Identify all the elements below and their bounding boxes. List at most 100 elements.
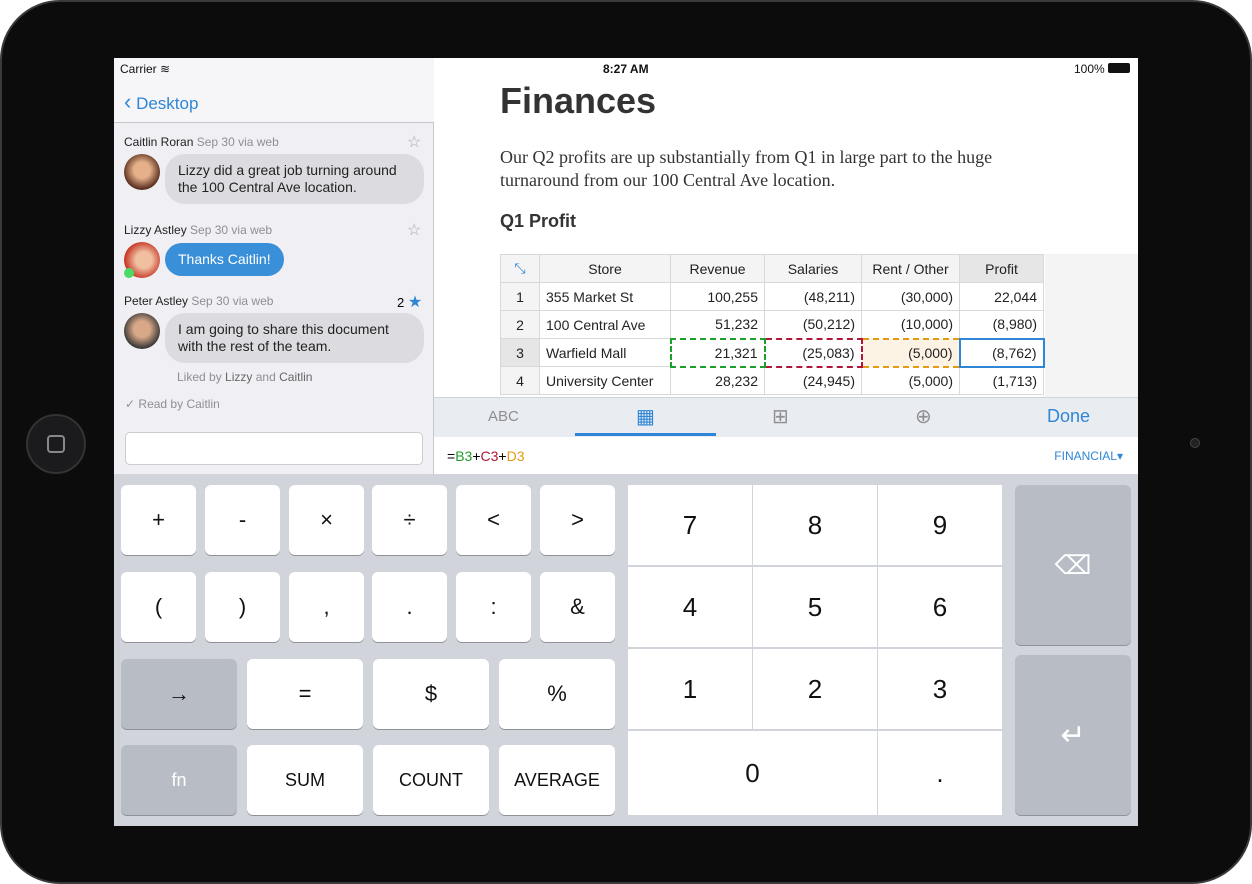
- row-header[interactable]: 1: [500, 282, 540, 311]
- column-header[interactable]: Rent / Other: [861, 254, 960, 283]
- cell[interactable]: University Center: [539, 366, 671, 395]
- key[interactable]: =: [247, 659, 363, 729]
- key[interactable]: %: [499, 659, 615, 729]
- digit-key[interactable]: 3: [878, 649, 1002, 729]
- cell[interactable]: (50,212): [764, 310, 862, 339]
- operator-key[interactable]: (: [121, 572, 196, 642]
- liked-name: Caitlin: [279, 370, 313, 384]
- digit-key[interactable]: 2: [753, 649, 877, 729]
- cell[interactable]: 100,255: [670, 282, 765, 311]
- backspace-key[interactable]: ⌫: [1015, 485, 1131, 645]
- resize-icon[interactable]: ⤡: [500, 254, 540, 283]
- cell-format-icon[interactable]: ⊞: [772, 404, 789, 429]
- function-category-dropdown[interactable]: FINANCIAL▾: [1054, 449, 1123, 463]
- decimal-key[interactable]: .: [878, 731, 1002, 815]
- digit-key[interactable]: 7: [628, 485, 752, 565]
- cell[interactable]: (5,000): [861, 366, 960, 395]
- cell[interactable]: 100 Central Ave: [539, 310, 671, 339]
- operator-key[interactable]: :: [456, 572, 531, 642]
- cell[interactable]: (8,980): [959, 310, 1044, 339]
- tab-arrow-key[interactable]: →: [121, 659, 237, 729]
- operator-key[interactable]: >: [540, 485, 615, 555]
- camera: [1190, 438, 1200, 448]
- add-comment-icon[interactable]: ⊕: [915, 404, 932, 429]
- timestamp: Sep 30 via web: [196, 135, 279, 149]
- operator-key[interactable]: &: [540, 572, 615, 642]
- key[interactable]: $: [373, 659, 489, 729]
- cell[interactable]: 355 Market St: [539, 282, 671, 311]
- battery-percent: 100%: [1074, 62, 1105, 76]
- status-bar: Carrier ≋ 8:27 AM 100%: [114, 58, 1138, 78]
- operator-key[interactable]: -: [205, 485, 280, 555]
- cell[interactable]: (1,713): [959, 366, 1044, 395]
- digit-key-0[interactable]: 0: [628, 731, 877, 815]
- message-meta: Peter Astley Sep 30 via web: [124, 294, 273, 308]
- cell[interactable]: Warfield Mall: [539, 338, 671, 367]
- digit-key[interactable]: 5: [753, 567, 877, 647]
- function-key[interactable]: SUM: [247, 745, 363, 815]
- carrier-label: Carrier: [120, 62, 157, 76]
- back-button[interactable]: ‹ Desktop: [124, 89, 198, 115]
- star-filled-icon[interactable]: ★: [408, 294, 422, 311]
- cell-ref-d3[interactable]: (5,000): [860, 337, 961, 368]
- backspace-icon: ⌫: [1054, 549, 1092, 580]
- function-key[interactable]: AVERAGE: [499, 745, 615, 815]
- star-count-value: 2: [397, 295, 405, 310]
- formula-bar[interactable]: =B3+C3+D3 FINANCIAL▾: [438, 440, 1133, 470]
- operator-key[interactable]: ×: [289, 485, 364, 555]
- ref-d3: D3: [506, 448, 525, 464]
- digit-key[interactable]: 1: [628, 649, 752, 729]
- column-header[interactable]: Revenue: [670, 254, 765, 283]
- numeric-keyboard: +(-) ×, ÷. <: > & → fn = SUM $ COUNT% AVERAGE 7 8 9 4 5 6 1…: [114, 474, 1138, 826]
- chat-panel: ‹ Desktop Caitlin Roran Sep 30 via web ☆…: [114, 58, 434, 474]
- check-icon: ✓: [125, 397, 136, 411]
- tab-numeric-keyboard[interactable]: ▦: [575, 398, 716, 436]
- screen: ‹ Desktop Caitlin Roran Sep 30 via web ☆…: [114, 58, 1138, 826]
- cell[interactable]: (30,000): [861, 282, 960, 311]
- digit-key[interactable]: 4: [628, 567, 752, 647]
- digit-key[interactable]: 8: [753, 485, 877, 565]
- message-bubble: Thanks Caitlin!: [165, 243, 284, 276]
- cell[interactable]: (10,000): [861, 310, 960, 339]
- home-button[interactable]: [26, 414, 86, 474]
- profit-table: ⤡ Store Revenue Salaries Rent / Other Pr…: [500, 254, 1045, 395]
- dropdown-arrow-icon: ▾: [1116, 449, 1123, 463]
- cell[interactable]: (48,211): [764, 282, 862, 311]
- tab-abc-keyboard[interactable]: ABC: [488, 408, 519, 425]
- star-icon[interactable]: ☆: [407, 132, 421, 152]
- operator-key[interactable]: ÷: [372, 485, 447, 555]
- operator-key[interactable]: .: [372, 572, 447, 642]
- cell-ref-c3[interactable]: (25,083): [763, 337, 863, 368]
- row-header[interactable]: 4: [500, 366, 540, 395]
- row-header[interactable]: 2: [500, 310, 540, 339]
- cell[interactable]: (24,945): [764, 366, 862, 395]
- cell[interactable]: 22,044: [959, 282, 1044, 311]
- author: Lizzy Astley: [124, 223, 187, 237]
- function-key[interactable]: COUNT: [373, 745, 489, 815]
- done-button[interactable]: Done: [1047, 406, 1090, 427]
- selected-cell[interactable]: (8,762): [958, 337, 1045, 368]
- column-header[interactable]: Profit: [959, 254, 1044, 283]
- column-header[interactable]: Salaries: [764, 254, 862, 283]
- column-header[interactable]: Store: [539, 254, 671, 283]
- return-key[interactable]: ↵: [1015, 655, 1131, 815]
- avatar: [124, 154, 160, 190]
- liked-and: and: [255, 370, 276, 384]
- message-input[interactable]: [125, 432, 423, 465]
- cell-ref-b3[interactable]: 21,321: [669, 337, 766, 368]
- document: Finances Our Q2 profits are up substanti…: [434, 78, 1138, 424]
- star-icon[interactable]: ☆: [407, 220, 421, 240]
- operator-key[interactable]: ,: [289, 572, 364, 642]
- operator-key[interactable]: <: [456, 485, 531, 555]
- operator: +: [472, 448, 481, 464]
- calculator-icon: ▦: [636, 406, 655, 428]
- digit-key[interactable]: 9: [878, 485, 1002, 565]
- digit-key[interactable]: 6: [878, 567, 1002, 647]
- cell[interactable]: 28,232: [670, 366, 765, 395]
- operator-key[interactable]: +: [121, 485, 196, 555]
- table-header: ⤡ Store Revenue Salaries Rent / Other Pr…: [500, 254, 1044, 283]
- cell[interactable]: 51,232: [670, 310, 765, 339]
- fn-key[interactable]: fn: [121, 745, 237, 815]
- row-header[interactable]: 3: [500, 338, 540, 367]
- operator-key[interactable]: ): [205, 572, 280, 642]
